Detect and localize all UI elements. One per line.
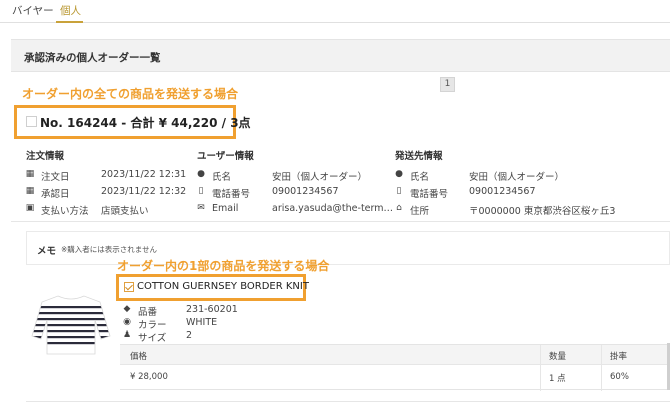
active-tab-indicator	[56, 21, 83, 23]
price-table-header	[120, 345, 670, 365]
shipping-name-value: 安田（個人オーダー）	[469, 172, 565, 183]
figure-icon: ♟	[122, 330, 132, 340]
user-email-label: Email	[212, 203, 239, 214]
rate-header: 掛率	[610, 352, 628, 362]
user-phone-value: 09001234567	[272, 186, 339, 197]
item-checkbox[interactable]	[124, 282, 134, 292]
order-title: No. 164244 - 合計 ¥ 44,220 / 3点	[40, 116, 251, 130]
item-color-label: カラー	[138, 320, 167, 331]
payment-method-label: 支払い方法	[41, 206, 89, 217]
order-date-value: 2023/11/22 12:31	[101, 169, 187, 180]
column-separator	[601, 345, 602, 391]
quantity-header: 数量	[549, 352, 567, 362]
item-size-value: 2	[186, 330, 193, 341]
user-info-heading: ユーザー情報	[197, 151, 254, 162]
user-email-value: arisa.yasuda@the-term…	[272, 203, 394, 214]
order-info-heading: 注文情報	[26, 151, 65, 162]
item-color-value: WHITE	[186, 317, 218, 328]
annotation-all-items: オーダー内の全ての商品を発送する場合	[22, 87, 239, 101]
order-date-label: 注文日	[41, 172, 70, 183]
item-size-label: サイズ	[138, 333, 167, 344]
payment-method-value: 店頭支払い	[101, 206, 149, 217]
column-separator	[540, 345, 541, 391]
item-name: COTTON GUERNSEY BORDER KNIT	[137, 281, 309, 292]
calendar-icon: ▦	[25, 186, 35, 196]
envelope-icon: ✉	[197, 203, 205, 213]
order-checkbox[interactable]	[26, 116, 37, 127]
shipping-address-value: 〒0000000 東京都渋谷区桜ヶ丘3	[469, 206, 616, 217]
money-icon: ▣	[25, 203, 35, 213]
phone-icon: ▯	[396, 186, 402, 196]
shipping-phone-label: 電話番号	[410, 189, 449, 200]
price-header: 価格	[130, 352, 148, 362]
section-header: 承認済みの個人オーダー一覧	[11, 39, 670, 72]
section-title: 承認済みの個人オーダー一覧	[24, 52, 161, 64]
item-price-table: 価格 数量 掛率 ¥ 28,000 1 点 60%	[120, 344, 670, 391]
tag-icon: ◆	[123, 304, 131, 314]
shipping-info-heading: 発送先情報	[395, 151, 443, 162]
rate-value: 60%	[610, 372, 629, 382]
tab-personal[interactable]: 個人	[60, 3, 81, 18]
divider	[26, 401, 670, 402]
phone-icon: ▯	[198, 186, 204, 196]
person-icon: ●	[197, 169, 205, 179]
home-icon: ⌂	[396, 203, 402, 213]
user-phone-label: 電話番号	[212, 189, 251, 200]
person-icon: ●	[395, 169, 403, 179]
tab-bar: バイヤー 個人	[0, 0, 670, 23]
item-code-value: 231-60201	[186, 304, 238, 315]
price-value: ¥ 28,000	[130, 372, 168, 382]
product-image	[31, 295, 111, 355]
shipping-name-label: 氏名	[410, 172, 430, 183]
annotation-partial-items: オーダー内の1部の商品を発送する場合	[117, 259, 330, 273]
memo-label: メモ	[37, 246, 57, 257]
approval-date-label: 承認日	[41, 189, 70, 200]
pagination-page-button[interactable]: 1	[440, 77, 455, 92]
shipping-phone-value: 09001234567	[469, 186, 536, 197]
shipping-address-label: 住所	[410, 206, 430, 217]
quantity-value: 1 点	[549, 374, 566, 384]
calendar-icon: ▦	[25, 169, 35, 179]
divider	[11, 221, 670, 222]
memo-note: ※購入者には表示されません	[61, 245, 158, 254]
palette-icon: ◉	[123, 317, 131, 327]
user-name-value: 安田（個人オーダー）	[272, 172, 368, 183]
tab-buyer[interactable]: バイヤー	[12, 3, 54, 18]
item-code-label: 品番	[138, 307, 158, 318]
user-name-label: 氏名	[212, 172, 232, 183]
approval-date-value: 2023/11/22 12:32	[101, 186, 187, 197]
